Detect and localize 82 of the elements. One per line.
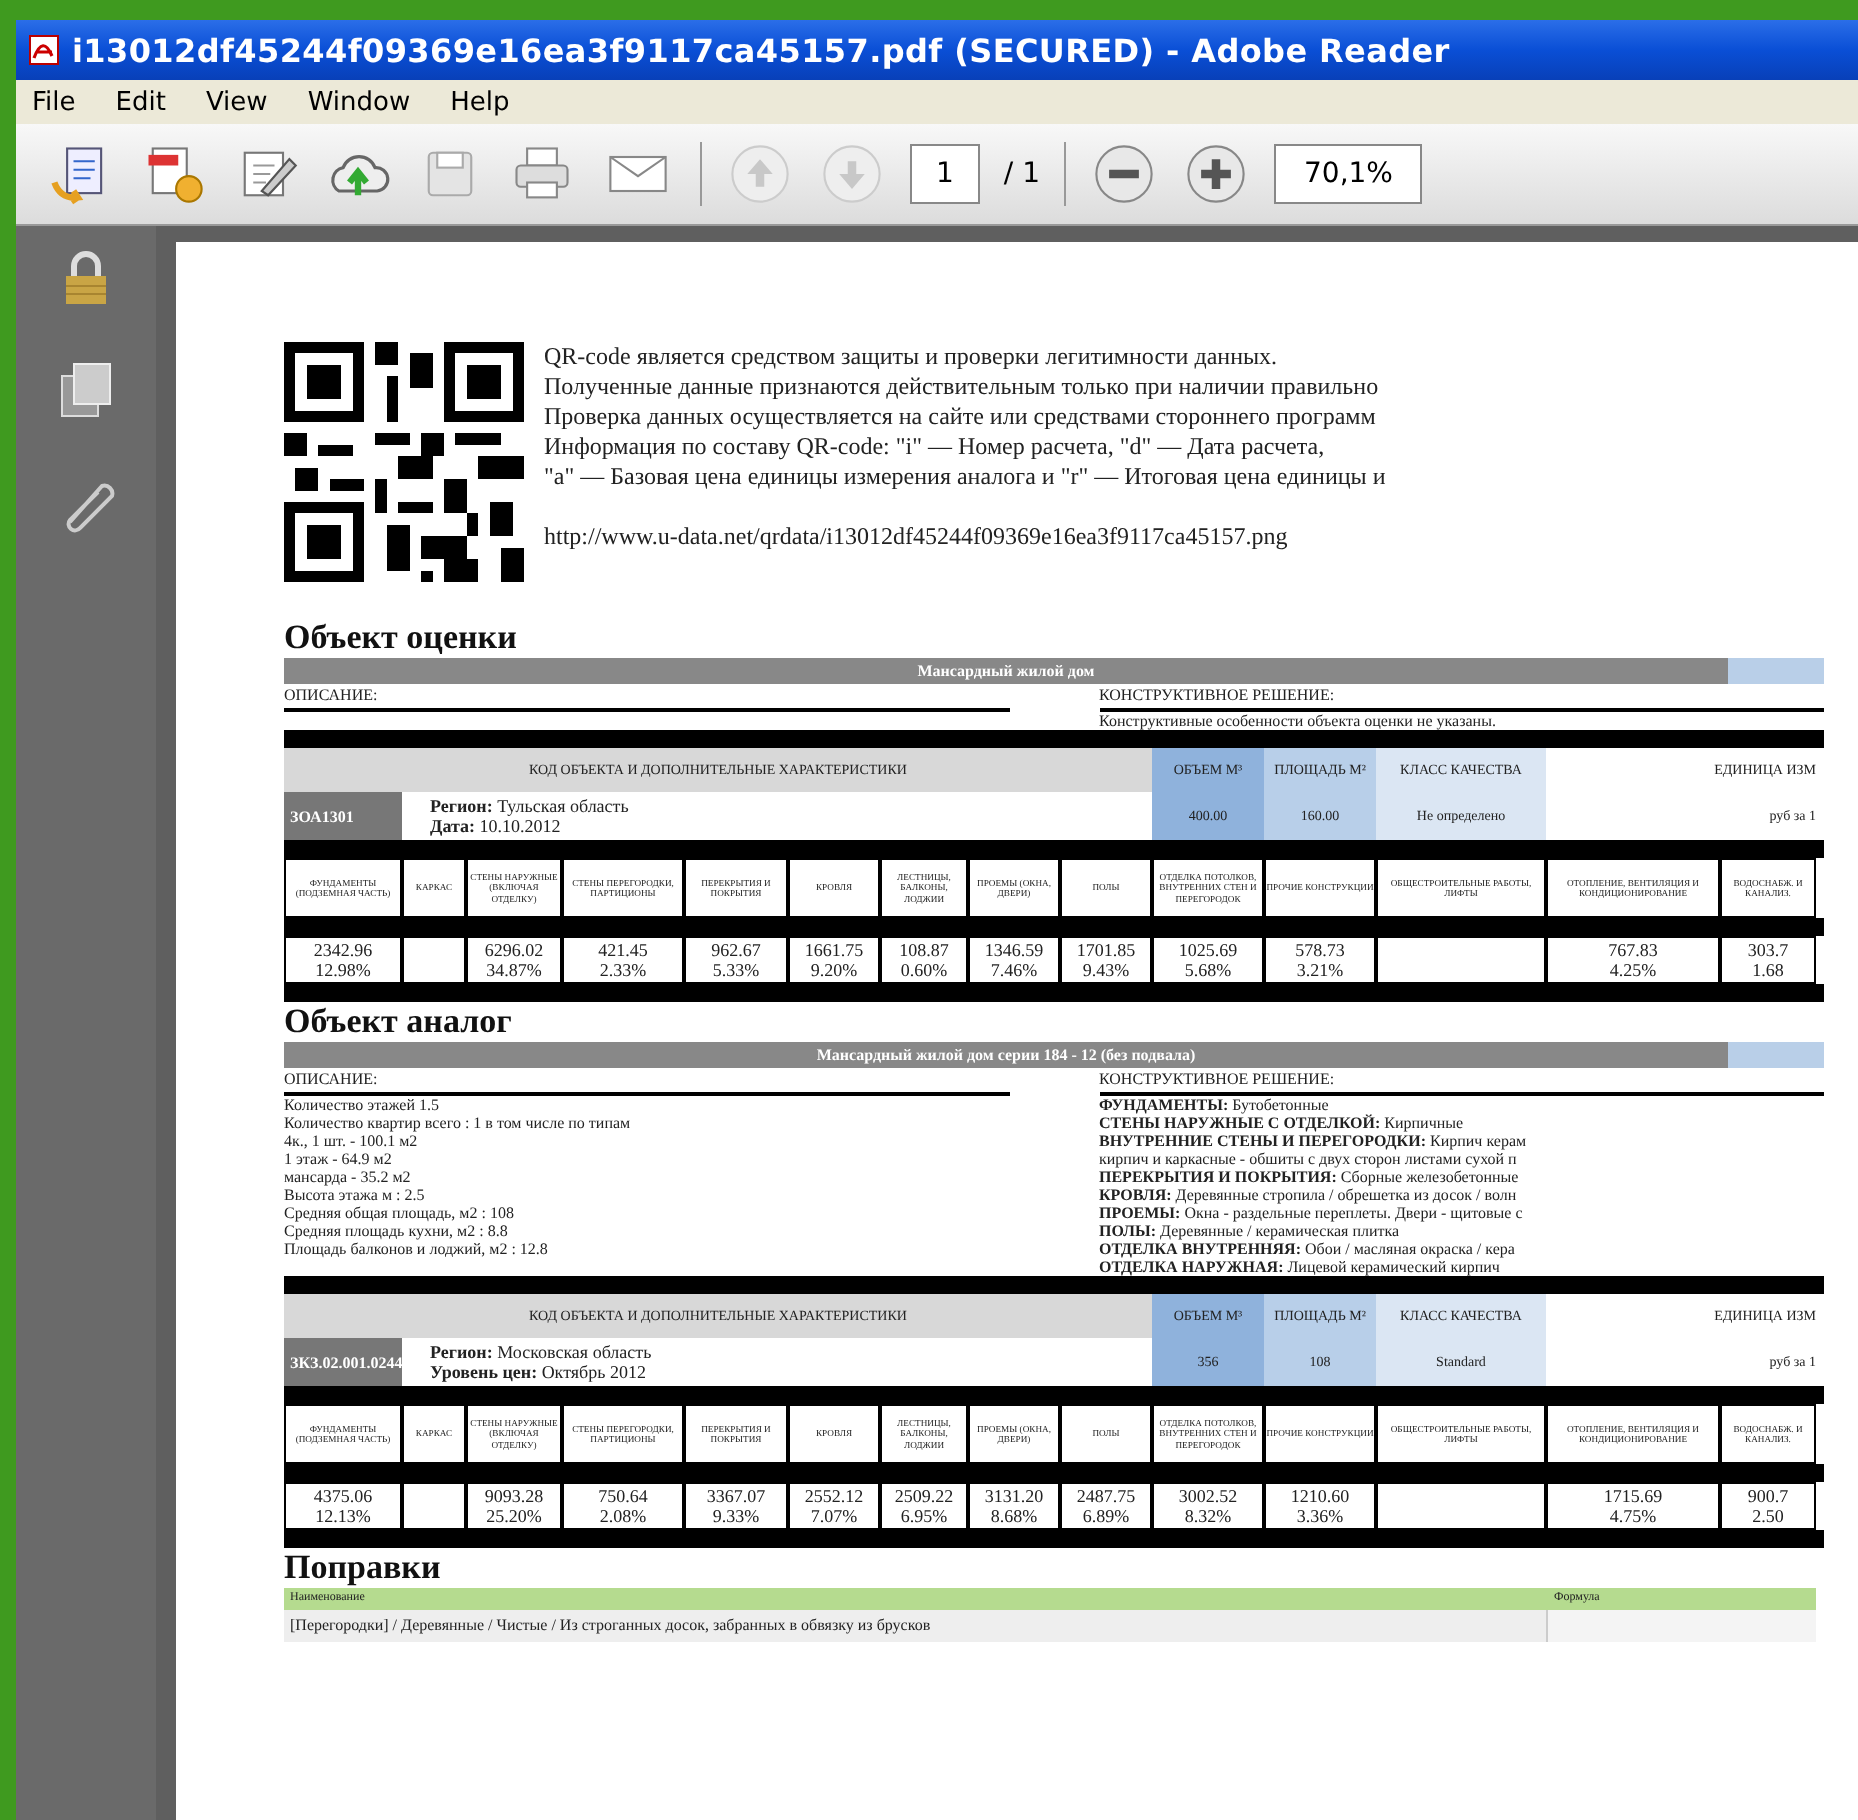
description-line: Площадь балконов и лоджий, м2 : 12.8 [284, 1240, 550, 1258]
element-value-cell: 9093.28 25.20% [466, 1482, 562, 1530]
element-value-cell: 3002.52 8.32% [1152, 1482, 1264, 1530]
object-name-bar: Мансардный жилой дом [284, 658, 1728, 684]
construction-line: ПЕРЕКРЫТИЯ И ПОКРЫТИЯ: Сборные железобетонные [1099, 1168, 1521, 1186]
description-line: Средняя общая площадь, м2 : 108 [284, 1204, 516, 1222]
menu-item[interactable]: File [32, 87, 76, 117]
construction-label: КОНСТРУКТИВНОЕ РЕШЕНИЕ: [1099, 1068, 1824, 1096]
qr-data-link[interactable]: http://www.u-data.net/qrdata/i13012df45244f09369e16ea3f9117ca45157.png [544, 522, 1386, 552]
element-value-cell: 3131.20 8.68% [968, 1482, 1060, 1530]
construction-line: ФУНДАМЕНТЫ: Бутобетонные [1099, 1096, 1331, 1114]
element-value-cell: 578.73 3.21% [1264, 936, 1376, 984]
construction-line: кирпич и каркасные - обшиты с двух сторон листами сухой п [1099, 1150, 1519, 1168]
element-value-cell: 1210.60 3.36% [1264, 1482, 1376, 1530]
element-value-cell: 108.87 0.60% [880, 936, 968, 984]
element-value-cell: 303.7 1.68 [1720, 936, 1816, 984]
page-number-field[interactable]: 1 [910, 144, 980, 204]
element-value-cell: 6296.02 34.87% [466, 936, 562, 984]
construction-label: КОНСТРУКТИВНОЕ РЕШЕНИЕ: [1099, 684, 1824, 712]
description-line: Количество этажей 1.5 [284, 1096, 441, 1114]
description-line: Средняя площадь кухни, м2 : 8.8 [284, 1222, 510, 1240]
object-code-cell: ЗОА1301 [284, 792, 402, 840]
object-info-line: Дата: 10.10.2012 [430, 816, 563, 836]
description-line: 1 этаж - 64.9 м2 [284, 1150, 394, 1168]
qr-notice-line: Полученные данные признаются действительным только при наличии правильно [544, 372, 1381, 402]
construction-line: Конструктивные особенности объекта оценки не указаны. [1099, 712, 1498, 730]
construction-line: СТЕНЫ НАРУЖНЫЕ С ОТДЕЛКОЙ: Кирпичные [1099, 1114, 1466, 1132]
table-cell: [Перегородки] / Деревянные / Чистые / Из строганных досок, забранных в обвязку из брусков [284, 1610, 1548, 1642]
qr-notice-line: "a" — Базовая цена единицы измерения аналога и "r" — Итоговая цена единицы и [544, 462, 1386, 492]
element-value-cell: 2487.75 6.89% [1060, 1482, 1152, 1530]
object-info-line: Уровень цен: Октябрь 2012 [430, 1362, 648, 1382]
construction-line: ОТДЕЛКА ВНУТРЕННЯЯ: Обои / масляная окраска / кера [1099, 1240, 1517, 1258]
object-code-cell: ЗКЗ.02.001.0244 [284, 1338, 402, 1386]
description-line: 4к., 1 шт. - 100.1 м2 [284, 1132, 420, 1150]
element-value-cell: 2342.96 12.98% [284, 936, 402, 984]
description-line: Количество квартир всего : 1 в том числе по типам [284, 1114, 633, 1132]
element-value-cell: 750.64 2.08% [562, 1482, 684, 1530]
element-value-cell: 1661.75 9.20% [788, 936, 880, 984]
element-value-cell: 1346.59 7.46% [968, 936, 1060, 984]
empty-cell [402, 1482, 466, 1530]
qr-notice-line: Информация по составу QR-code: "i" — Номер расчета, "d" — Дата расчета, [544, 432, 1327, 462]
element-value-cell: 900.7 2.50 [1720, 1482, 1816, 1530]
qr-notice-line: Проверка данных осуществляется на сайте или средствами стороннего программ [544, 402, 1378, 432]
element-value-cell: 4375.06 12.13% [284, 1482, 402, 1530]
zoom-in-icon[interactable] [1182, 140, 1250, 208]
element-value-cell: 1701.85 9.43% [1060, 936, 1152, 984]
object-info-line: Регион: Тульская область [430, 796, 631, 816]
element-value-cell: 421.45 2.33% [562, 936, 684, 984]
construction-line: ВНУТРЕННИЕ СТЕНЫ И ПЕРЕГОРОДКИ: Кирпич керам [1099, 1132, 1529, 1150]
element-value-cell: 3367.07 9.33% [684, 1482, 788, 1530]
menu-item[interactable]: Window [307, 87, 411, 117]
menu-item[interactable]: Help [450, 87, 510, 117]
menu-item[interactable]: Edit [115, 87, 166, 117]
zoom-field[interactable]: 70,1% [1274, 144, 1423, 204]
description-line: мансарда - 35.2 м2 [284, 1168, 413, 1186]
construction-line: ОТДЕЛКА НАРУЖНАЯ: Лицевой керамический кирпич [1099, 1258, 1502, 1276]
section-heading: Объект оценки [284, 618, 519, 658]
element-value-cell: 2552.12 7.07% [788, 1482, 880, 1530]
object-name-bar: Мансардный жилой дом серии 184 - 12 (без подвала) [284, 1042, 1728, 1068]
description-label: ОПИСАНИЕ: [284, 684, 1009, 712]
construction-line: ПОЛЫ: Деревянные / керамическая плитка [1099, 1222, 1402, 1240]
object-info-line: Регион: Московская область [430, 1342, 654, 1362]
element-value-cell: 767.83 4.25% [1546, 936, 1720, 984]
element-value-cell: 1025.69 5.68% [1152, 936, 1264, 984]
empty-cell [402, 936, 466, 984]
name-bar-end [1728, 658, 1824, 684]
element-value-cell: 2509.22 6.95% [880, 1482, 968, 1530]
construction-line: КРОВЛЯ: Деревянные стропила / обрешетка из досок / волн [1099, 1186, 1519, 1204]
description-line: Высота этажа м : 2.5 [284, 1186, 427, 1204]
window-title: i13012df45244f09369e16ea3f9117ca45157.pdf (SECURED) - Adobe Reader [72, 31, 1450, 69]
qr-notice-line: QR-code является средством защиты и проверки легитимности данных. [544, 342, 1280, 372]
name-bar-end [1728, 1042, 1824, 1068]
pdf-file-icon [28, 34, 60, 66]
description-label: ОПИСАНИЕ: [284, 1068, 1009, 1096]
section-heading: Объект аналог [284, 1002, 514, 1042]
construction-line: ПРОЕМЫ: Окна - раздельные переплеты. Двери - щитовые с [1099, 1204, 1525, 1222]
menu-item[interactable]: View [205, 87, 268, 117]
zoom-out-icon[interactable] [1090, 140, 1158, 208]
section-heading: Поправки [284, 1548, 443, 1588]
element-value-cell: 962.67 5.33% [684, 936, 788, 984]
page-total: / 1 [1003, 158, 1040, 190]
element-value-cell: 1715.69 4.75% [1546, 1482, 1720, 1530]
